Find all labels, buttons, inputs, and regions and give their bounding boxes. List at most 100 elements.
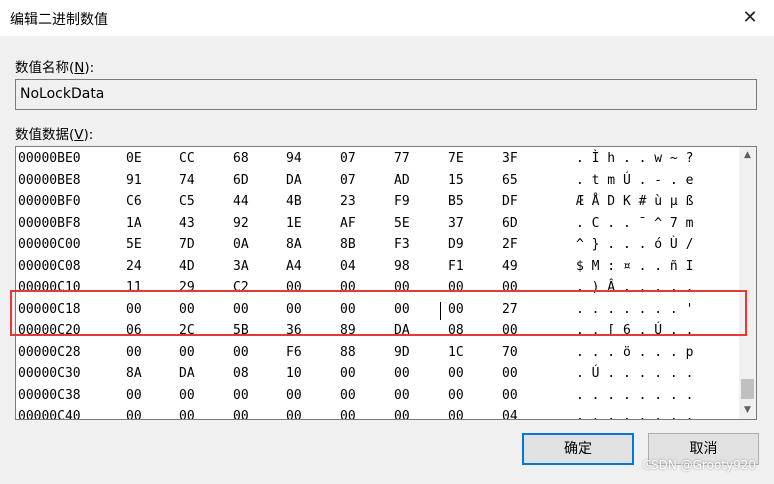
hex-byte[interactable]: 77 (394, 151, 410, 166)
hex-row[interactable]: 00000BE0 0E CC 68 94 07 77 7E 3F . Ì h . . w ~ ? (16, 151, 736, 173)
hex-byte[interactable]: 00 (233, 302, 249, 317)
hex-byte[interactable]: AD (394, 173, 410, 188)
hex-byte[interactable]: 11 (126, 280, 142, 295)
hex-byte[interactable]: 00 (179, 302, 195, 317)
hex-byte[interactable]: 00 (126, 345, 142, 360)
hex-byte[interactable]: 00 (394, 409, 410, 419)
hex-row[interactable]: 00000C20 06 2C 5B 36 89 DA 08 00 . , [ 6 . Ú . . (16, 323, 736, 345)
ascii-text[interactable]: . , [ 6 . Ú . . (576, 323, 693, 338)
hex-byte[interactable]: 92 (233, 216, 249, 231)
ascii-text[interactable]: . t m Ú . - . e (576, 173, 693, 188)
hex-byte[interactable]: 04 (502, 409, 518, 419)
hex-byte[interactable]: DA (179, 366, 195, 381)
hex-byte[interactable]: F9 (394, 194, 410, 209)
hex-byte[interactable]: AF (340, 216, 356, 231)
ascii-text[interactable]: . Ú . . . . . . (576, 366, 693, 381)
scroll-up-icon[interactable]: ▲ (739, 147, 756, 164)
hex-byte[interactable]: 3A (233, 259, 249, 274)
hex-byte[interactable]: 04 (340, 259, 356, 274)
hex-byte[interactable]: 68 (233, 151, 249, 166)
hex-byte[interactable]: 0E (126, 151, 142, 166)
hex-byte[interactable]: 08 (448, 323, 464, 338)
hex-row[interactable]: 00000C38 00 00 00 00 00 00 00 00 . . . . . . . . (16, 388, 736, 410)
hex-byte[interactable]: 00 (448, 280, 464, 295)
hex-byte[interactable]: B5 (448, 194, 464, 209)
ascii-text[interactable]: Æ Å D K # ù µ ß (576, 194, 693, 209)
hex-byte[interactable]: 00 (394, 388, 410, 403)
ascii-text[interactable]: . . . . . . . ' (576, 302, 693, 317)
hex-byte[interactable]: 00 (448, 388, 464, 403)
hex-byte[interactable]: 7E (448, 151, 464, 166)
hex-byte[interactable]: 5E (126, 237, 142, 252)
hex-byte[interactable]: 00 (179, 409, 195, 419)
hex-byte[interactable]: DA (286, 173, 302, 188)
hex-byte[interactable]: 07 (340, 151, 356, 166)
hex-byte[interactable]: 9D (394, 345, 410, 360)
hex-byte[interactable]: 00 (394, 280, 410, 295)
hex-byte[interactable]: 00 (179, 388, 195, 403)
hex-byte[interactable]: 00 (340, 302, 356, 317)
hex-byte[interactable]: 00 (340, 388, 356, 403)
hex-byte[interactable]: 3F (502, 151, 518, 166)
hex-byte[interactable]: 00 (502, 323, 518, 338)
hex-byte[interactable]: 00 (233, 409, 249, 419)
hex-row[interactable]: 00000C28 00 00 00 F6 88 9D 1C 70 . . . ö . . . p (16, 345, 736, 367)
hex-byte[interactable]: 43 (179, 216, 195, 231)
hex-byte[interactable]: A4 (286, 259, 302, 274)
hex-byte[interactable]: 2F (502, 237, 518, 252)
scroll-thumb[interactable] (741, 379, 754, 399)
hex-byte[interactable]: C6 (126, 194, 142, 209)
hex-byte[interactable]: 00 (126, 388, 142, 403)
hex-byte[interactable]: 8A (286, 237, 302, 252)
hex-byte[interactable]: 00 (448, 409, 464, 419)
hex-byte[interactable]: 24 (126, 259, 142, 274)
hex-byte[interactable]: 37 (448, 216, 464, 231)
hex-byte[interactable]: 00 (126, 409, 142, 419)
value-name-field[interactable]: NoLockData (15, 79, 757, 110)
hex-byte[interactable]: 0A (233, 237, 249, 252)
ascii-text[interactable]: . C . . ¯ ^ 7 m (576, 216, 693, 231)
hex-byte[interactable]: 89 (340, 323, 356, 338)
hex-byte[interactable]: 00 (233, 345, 249, 360)
hex-byte[interactable]: 00 (126, 302, 142, 317)
ascii-text[interactable]: . . . . . . . . (576, 388, 693, 403)
ascii-text[interactable]: . . . ö . . . p (576, 345, 693, 360)
hex-byte[interactable]: 88 (340, 345, 356, 360)
hex-byte[interactable]: 98 (394, 259, 410, 274)
hex-byte[interactable]: 00 (179, 345, 195, 360)
hex-byte[interactable]: C2 (233, 280, 249, 295)
hex-rows[interactable]: 00000BE0 0E CC 68 94 07 77 7E 3F. Ì h . . w ~ ? 0… (16, 147, 738, 419)
hex-byte[interactable]: 91 (126, 173, 142, 188)
hex-byte[interactable]: 10 (286, 366, 302, 381)
hex-byte[interactable]: 00 (448, 366, 464, 381)
hex-byte[interactable]: D9 (448, 237, 464, 252)
hex-byte[interactable]: 65 (502, 173, 518, 188)
hex-byte[interactable]: 00 (502, 280, 518, 295)
hex-byte[interactable]: 00 (448, 302, 464, 317)
hex-byte[interactable]: DF (502, 194, 518, 209)
hex-byte[interactable]: 4B (286, 194, 302, 209)
hex-byte[interactable]: 00 (286, 280, 302, 295)
hex-row[interactable]: 00000C00 5E 7D 0A 8A 8B F3 D9 2F ^ } . . . ó Ù / (16, 237, 736, 259)
hex-byte[interactable]: CC (179, 151, 195, 166)
hex-byte[interactable]: 15 (448, 173, 464, 188)
ascii-text[interactable]: ^ } . . . ó Ù / (576, 237, 693, 252)
hex-byte[interactable]: 6D (502, 216, 518, 231)
hex-byte[interactable]: 00 (502, 388, 518, 403)
hex-byte[interactable]: 1C (448, 345, 464, 360)
hex-row[interactable]: 00000C40 00 00 00 00 00 00 00 04 . . . . . . . . (16, 409, 736, 419)
hex-byte[interactable]: 49 (502, 259, 518, 274)
hex-row[interactable]: 00000C10 11 29 C2 00 00 00 00 00 . ) Â . . . . . (16, 280, 736, 302)
hex-byte[interactable]: 1E (286, 216, 302, 231)
hex-row[interactable]: 00000C08 24 4D 3A A4 04 98 F1 49 $ M : ¤ . . ñ I (16, 259, 736, 281)
hex-byte[interactable]: C5 (179, 194, 195, 209)
hex-row[interactable]: 00000C30 8A DA 08 10 00 00 00 00 . Ú . . . . . . (16, 366, 736, 388)
hex-byte[interactable]: 00 (233, 388, 249, 403)
hex-byte[interactable]: 5E (394, 216, 410, 231)
close-icon[interactable]: ✕ (736, 5, 764, 31)
hex-byte[interactable]: 06 (126, 323, 142, 338)
ascii-text[interactable]: . Ì h . . w ~ ? (576, 151, 693, 166)
hex-byte[interactable]: 8B (340, 237, 356, 252)
hex-byte[interactable]: F1 (448, 259, 464, 274)
hex-byte[interactable]: 00 (340, 280, 356, 295)
